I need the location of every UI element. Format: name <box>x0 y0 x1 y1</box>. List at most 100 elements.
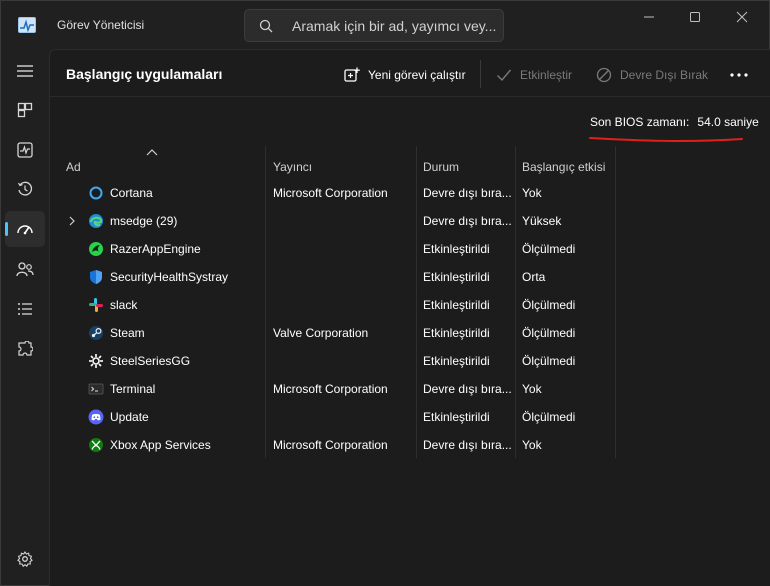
enable-button[interactable]: Etkinleştir <box>496 64 572 86</box>
app-name: SteelSeriesGG <box>110 354 191 368</box>
slack-icon <box>89 298 103 312</box>
nav-app-history[interactable] <box>5 171 45 207</box>
xbox-icon <box>89 438 103 452</box>
razer-icon <box>89 242 103 256</box>
title-bar: Görev Yöneticisi Aramak için bir ad, yay… <box>1 1 770 49</box>
app-impact: Yüksek <box>522 214 562 228</box>
discord-icon <box>88 409 104 425</box>
app-status: Etkinleştirildi <box>423 270 490 284</box>
table-row[interactable]: Steam Valve Corporation Etkinleştirildi … <box>50 319 770 347</box>
red-annotation-underline <box>589 137 743 142</box>
app-status: Etkinleştirildi <box>423 354 490 368</box>
app-publisher: Microsoft Corporation <box>273 382 388 396</box>
table-row[interactable]: SecurityHealthSystray Etkinleştirildi Or… <box>50 263 770 291</box>
sort-ascending-icon <box>146 149 158 156</box>
table-row[interactable]: Terminal Microsoft Corporation Devre dış… <box>50 375 770 403</box>
left-navigation <box>1 49 49 586</box>
performance-icon <box>17 142 33 158</box>
processes-icon <box>17 102 33 118</box>
minimize-icon <box>644 16 654 18</box>
nav-performance[interactable] <box>5 132 45 168</box>
app-impact: Yok <box>522 186 542 200</box>
nav-startup-apps[interactable] <box>5 211 45 247</box>
nav-settings[interactable] <box>5 541 45 577</box>
column-header-publisher[interactable]: Yayıncı <box>273 160 312 174</box>
app-status: Devre dışı bıra... <box>423 186 512 200</box>
terminal-icon <box>88 383 104 395</box>
steam-icon <box>89 326 103 340</box>
app-impact: Yok <box>522 438 542 452</box>
minimize-button[interactable] <box>626 1 672 33</box>
steelseries-icon <box>89 354 103 368</box>
nav-processes[interactable] <box>5 92 45 128</box>
app-name: Cortana <box>110 186 153 200</box>
app-name: Steam <box>110 326 145 340</box>
app-name: msedge (29) <box>110 214 178 228</box>
settings-icon <box>17 551 33 567</box>
app-status: Etkinleştirildi <box>423 298 490 312</box>
services-icon <box>18 341 33 356</box>
app-publisher: Microsoft Corporation <box>273 438 388 452</box>
app-status: Devre dışı bıra... <box>423 382 512 396</box>
close-icon <box>736 11 748 23</box>
table-row[interactable]: Xbox App Services Microsoft Corporation … <box>50 431 770 459</box>
shield-icon <box>90 270 102 284</box>
column-header-name[interactable]: Ad <box>66 160 81 174</box>
table-row[interactable]: msedge (29) Devre dışı bıra... Yüksek <box>50 207 770 235</box>
table-row[interactable]: RazerAppEngine Etkinleştirildi Ölçülmedi <box>50 235 770 263</box>
table-row[interactable]: Update Etkinleştirildi Ölçülmedi <box>50 403 770 431</box>
app-publisher: Valve Corporation <box>273 326 369 340</box>
app-name: Xbox App Services <box>110 438 211 452</box>
disable-button[interactable]: Devre Dışı Bırak <box>596 64 708 86</box>
maximize-icon <box>690 12 700 22</box>
app-status: Etkinleştirildi <box>423 326 490 340</box>
app-status: Devre dışı bıra... <box>423 438 512 452</box>
run-new-task-button[interactable]: Yeni görevi çalıştır <box>344 64 466 86</box>
edge-icon <box>89 214 103 228</box>
app-impact: Ölçülmedi <box>522 354 576 368</box>
app-impact: Ölçülmedi <box>522 298 576 312</box>
nav-details[interactable] <box>5 291 45 327</box>
nav-services[interactable] <box>5 331 45 367</box>
toolbar-separator <box>480 60 481 88</box>
block-icon <box>596 67 612 83</box>
menu-icon <box>17 65 33 77</box>
app-impact: Yok <box>522 382 542 396</box>
search-placeholder: Aramak için bir ad, yayımcı vey... <box>292 18 497 34</box>
maximize-button[interactable] <box>672 1 718 33</box>
app-impact: Ölçülmedi <box>522 242 576 256</box>
table-row[interactable]: Cortana Microsoft Corporation Devre dışı… <box>50 179 770 207</box>
startup-apps-icon <box>17 225 33 235</box>
run-new-task-label: Yeni görevi çalıştır <box>368 68 466 82</box>
app-name: Terminal <box>110 382 156 396</box>
app-name: SecurityHealthSystray <box>110 270 229 284</box>
app-status: Etkinleştirildi <box>423 242 490 256</box>
cortana-icon <box>89 186 103 200</box>
table-row[interactable]: SteelSeriesGG Etkinleştirildi Ölçülmedi <box>50 347 770 375</box>
app-impact: Orta <box>522 270 546 284</box>
more-options-button[interactable] <box>730 64 748 86</box>
task-manager-icon <box>18 17 36 33</box>
search-icon <box>259 19 273 33</box>
app-name: Update <box>110 410 149 424</box>
close-button[interactable] <box>719 1 765 33</box>
chevron-right-icon[interactable] <box>68 215 76 227</box>
app-publisher: Microsoft Corporation <box>273 186 388 200</box>
app-impact: Ölçülmedi <box>522 410 576 424</box>
column-header-status[interactable]: Durum <box>423 160 459 174</box>
app-title: Görev Yöneticisi <box>57 18 145 32</box>
nav-users[interactable] <box>5 251 45 287</box>
app-status: Devre dışı bıra... <box>423 214 512 228</box>
table-row[interactable]: slack Etkinleştirildi Ölçülmedi <box>50 291 770 319</box>
search-input[interactable]: Aramak için bir ad, yayımcı vey... <box>244 9 504 42</box>
page-title: Başlangıç uygulamaları <box>66 66 223 82</box>
menu-button[interactable] <box>5 53 45 89</box>
header-divider <box>50 96 770 97</box>
details-icon <box>18 303 32 315</box>
bios-time: Son BIOS zamanı: 54.0 saniye <box>590 115 759 129</box>
bios-time-value: 54.0 saniye <box>697 115 759 129</box>
app-name: slack <box>110 298 138 312</box>
column-header-impact[interactable]: Başlangıç etkisi <box>522 160 605 174</box>
task-manager-window: Görev Yöneticisi Aramak için bir ad, yay… <box>0 0 770 586</box>
app-name: RazerAppEngine <box>110 242 201 256</box>
